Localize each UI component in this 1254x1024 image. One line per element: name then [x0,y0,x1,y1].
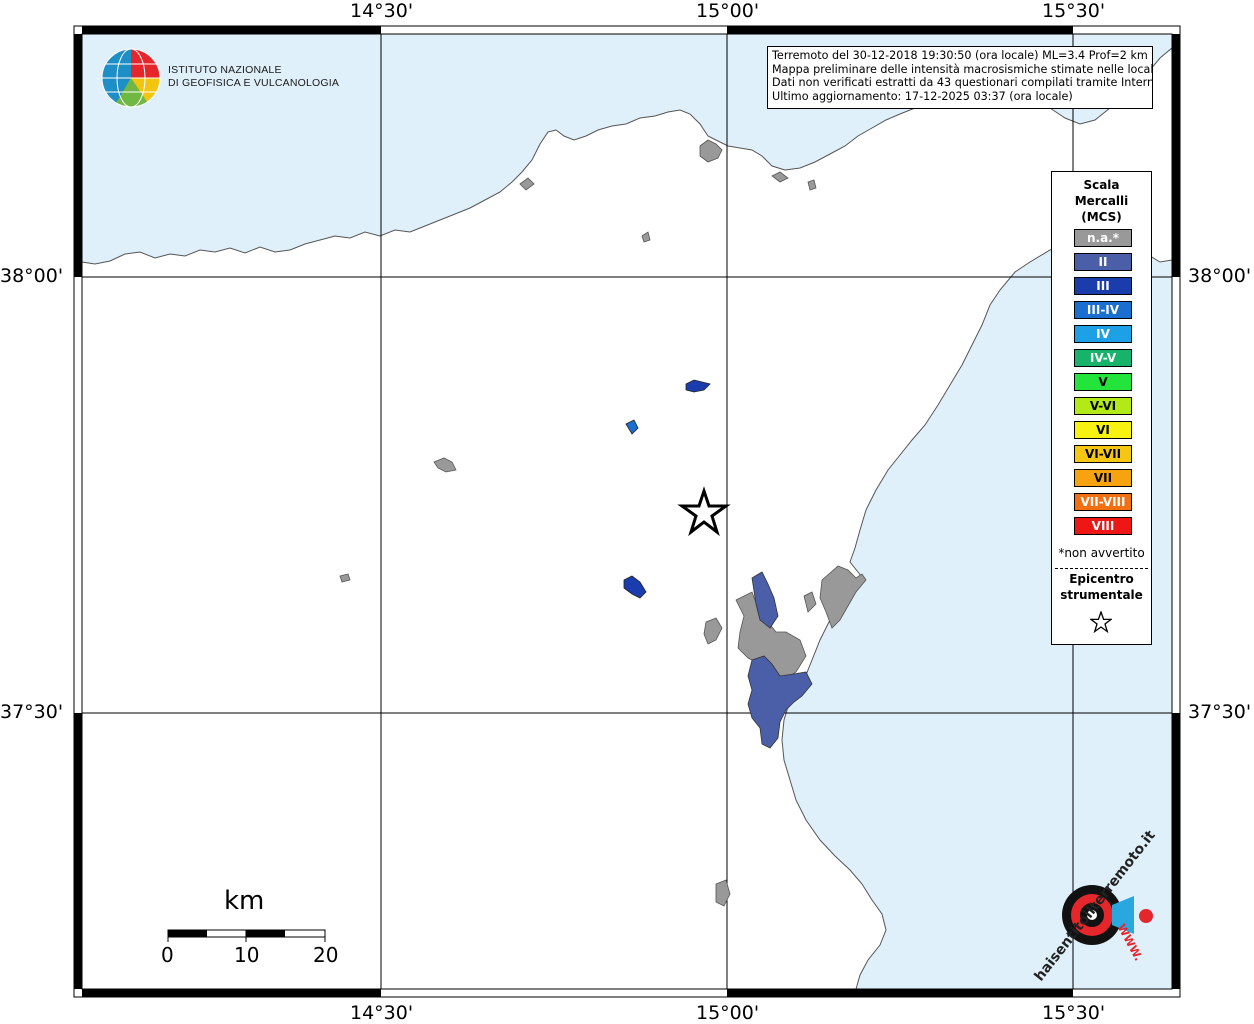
event-info-box: Terremoto del 30-12-2018 19:30:50 (ora l… [767,46,1153,109]
legend-star-icon [1090,611,1112,633]
info-line-3: Dati non verificati estratti da 43 quest… [772,76,1153,90]
legend-swatch-iv: IV [1074,325,1132,343]
lat-tick-left-2: 37°30' [0,701,64,723]
scale-label-20: 20 [313,943,339,967]
legend-note: *non avvertito [1058,546,1145,560]
ingv-globe-icon [101,48,161,108]
lon-tick-top-3: 15°30' [1042,0,1106,22]
scale-label-10: 10 [234,943,260,967]
legend-swatch-ii: II [1074,253,1132,271]
ingv-line-2: DI GEOFISICA E VULCANOLOGIA [168,77,340,89]
legend-epicenter-line-1: Epicentro [1069,572,1134,586]
legend-epicenter-line-2: strumentale [1060,588,1143,602]
lat-tick-left-1: 38°00' [0,265,64,287]
legend-swatch-vii: VII [1074,469,1132,487]
legend-swatch-n-a-: n.a.* [1074,229,1132,247]
lat-tick-right-2: 37°30' [1188,701,1252,723]
legend-swatch-iv-v: IV-V [1074,349,1132,367]
mcs-legend: Scala Mercalli (MCS) n.a.* II III III-IV IV I… [1051,171,1152,645]
lon-tick-top-1: 14°30' [350,0,414,22]
legend-swatch-iii: III [1074,277,1132,295]
legend-title-line-1: Scala [1083,178,1120,192]
scale-unit-label: km [224,886,265,916]
legend-title: Scala Mercalli (MCS) [1052,177,1151,225]
legend-swatch-vi: VI [1074,421,1132,439]
legend-swatch-vii-viii: VII-VIII [1074,493,1132,511]
info-line-4: Ultimo aggiornamento: 17-12-2025 03:37 (… [772,89,1073,103]
legend-epicenter-label: Epicentro strumentale [1052,571,1151,603]
lon-tick-bottom-3: 15°30' [1042,1002,1106,1024]
legend-title-line-2: Mercalli [1074,194,1129,208]
brand-www: WWW. [1114,921,1145,964]
scale-label-0: 0 [161,943,174,967]
legend-swatch-v-vi: V-VI [1074,397,1132,415]
legend-swatch-viii: VIII [1074,517,1132,535]
ingv-line-1: ISTITUTO NAZIONALE [168,64,282,76]
lon-tick-bottom-1: 14°30' [350,1002,414,1024]
lon-tick-bottom-2: 15°00' [696,1002,760,1024]
legend-separator [1055,568,1148,569]
lon-tick-top-2: 15°00' [696,0,760,22]
lat-tick-right-1: 38°00' [1188,265,1252,287]
info-line-1: Terremoto del 30-12-2018 19:30:50 (ora l… [772,49,1148,62]
legend-title-line-3: (MCS) [1081,210,1122,224]
brand-text: haisentitoilterremoto.it WWW. [1012,828,1172,985]
info-line-2: Mappa preliminare delle intensità macros… [772,62,1153,76]
ingv-logo-text: ISTITUTO NAZIONALE DI GEOFISICA E VULCAN… [168,64,339,90]
legend-swatch-v: V [1074,373,1132,391]
legend-swatch-iii-iv: III-IV [1074,301,1132,319]
legend-swatch-vi-vii: VI-VII [1074,445,1132,463]
